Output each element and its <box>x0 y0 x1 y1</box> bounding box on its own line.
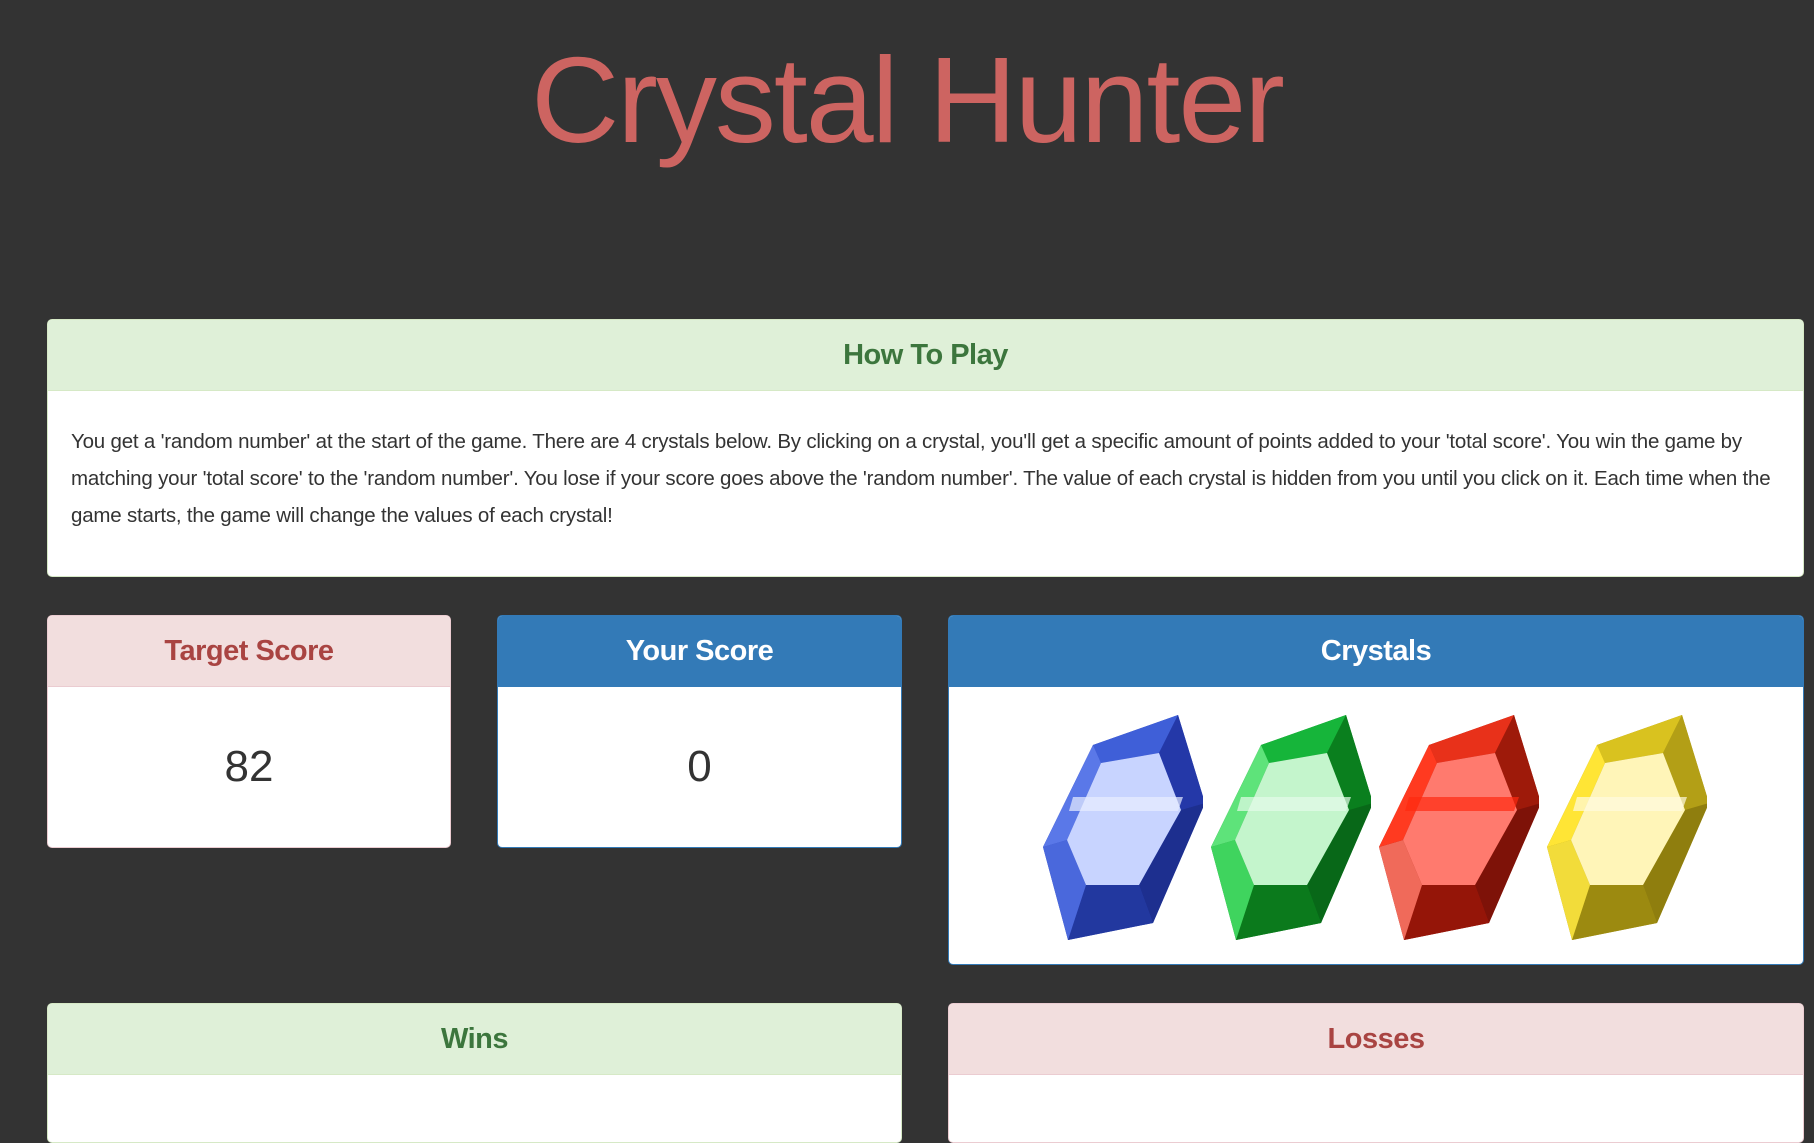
losses-heading: Losses <box>949 1004 1803 1075</box>
your-score-panel: Your Score 0 <box>497 615 902 848</box>
your-score-heading: Your Score <box>498 616 901 687</box>
how-to-play-panel: How To Play You get a 'random number' at… <box>47 319 1804 577</box>
red-crystal-icon[interactable] <box>1379 715 1539 940</box>
crystals-container <box>949 687 1803 962</box>
blue-crystal-icon[interactable] <box>1043 715 1203 940</box>
how-to-play-heading: How To Play <box>48 320 1803 391</box>
crystals-panel: Crystals <box>948 615 1804 965</box>
page-title: Crystal Hunter <box>531 32 1285 168</box>
target-score-panel: Target Score 82 <box>47 615 451 848</box>
yellow-crystal-icon[interactable] <box>1547 715 1707 940</box>
green-crystal-icon[interactable] <box>1211 715 1371 940</box>
target-score-value: 82 <box>224 742 274 791</box>
wins-panel: Wins <box>47 1003 902 1143</box>
your-score-value: 0 <box>687 742 712 791</box>
how-to-play-text: You get a 'random number' at the start o… <box>71 430 1771 527</box>
crystals-heading: Crystals <box>949 616 1803 687</box>
losses-panel: Losses <box>948 1003 1804 1143</box>
wins-heading: Wins <box>48 1004 901 1075</box>
target-score-heading: Target Score <box>48 616 450 687</box>
